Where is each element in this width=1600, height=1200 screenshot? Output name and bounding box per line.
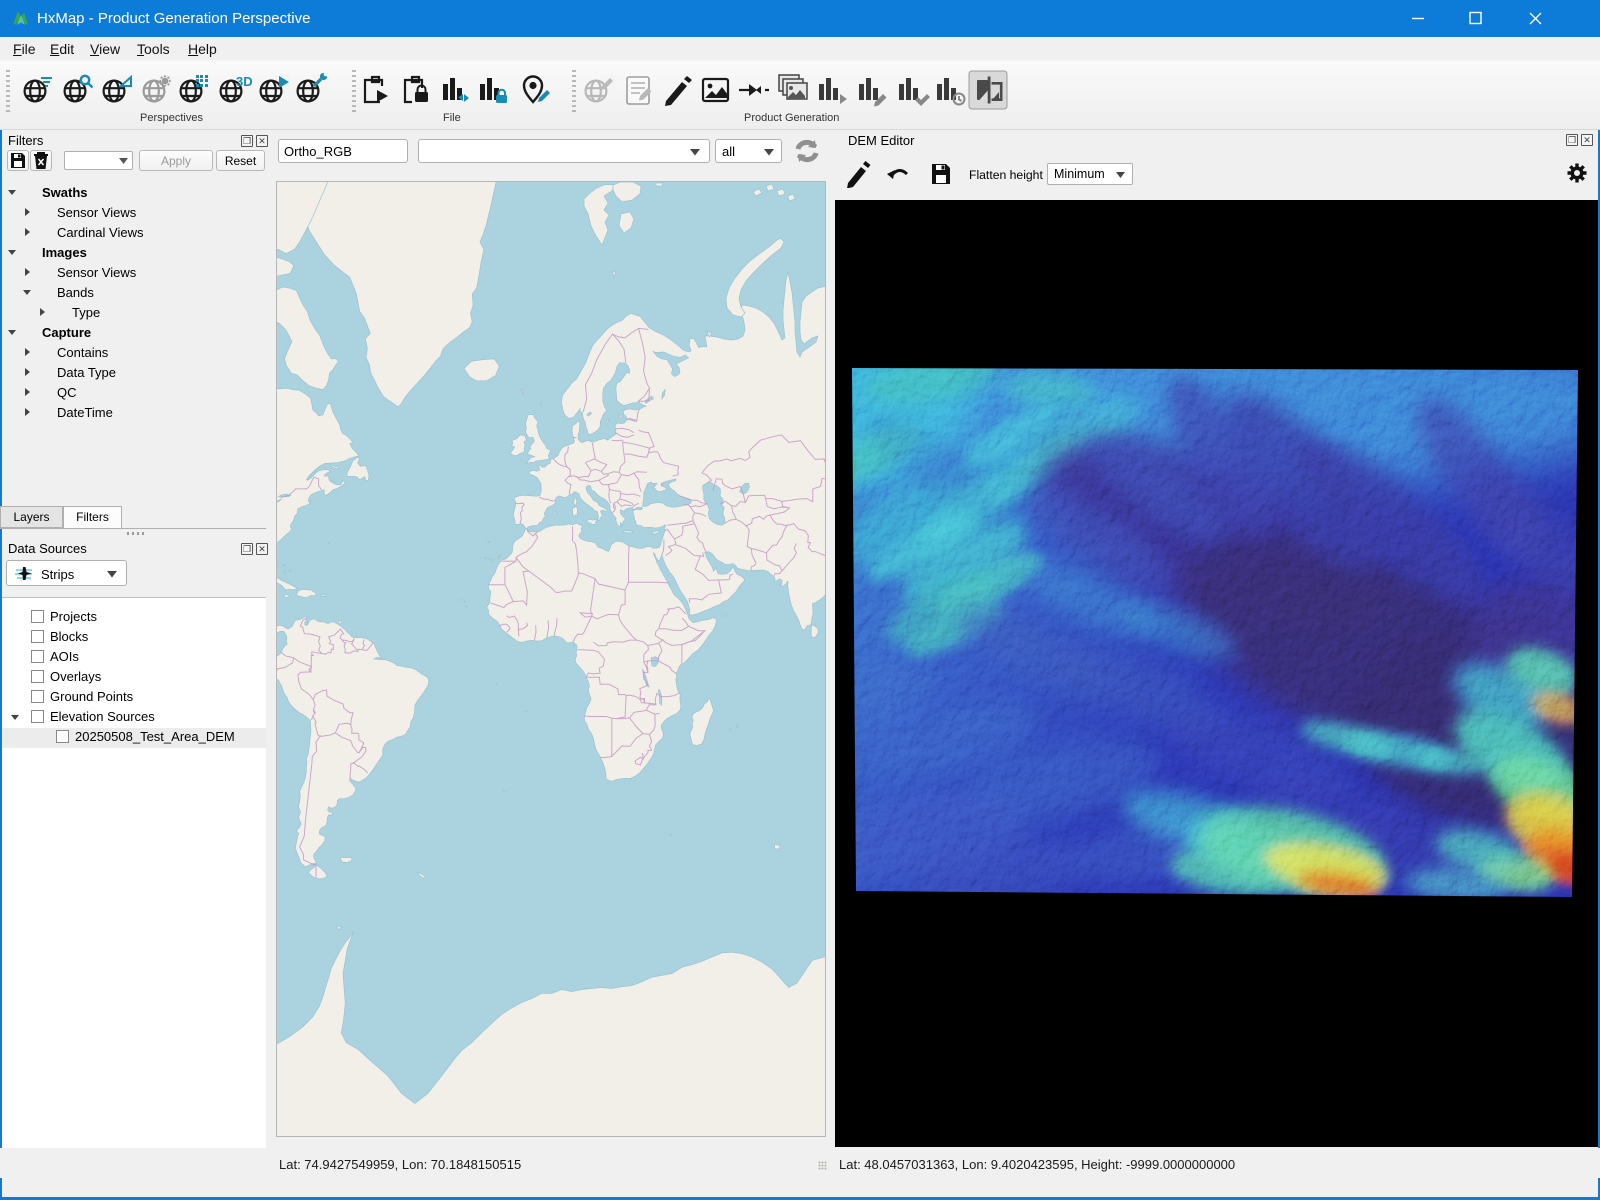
svg-text:3D: 3D [236,74,253,89]
